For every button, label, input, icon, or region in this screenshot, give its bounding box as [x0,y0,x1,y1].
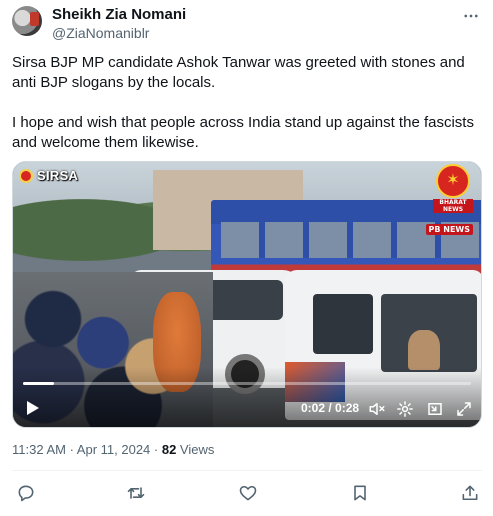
tweet-meta: 11:32 AM · Apr 11, 2024 · 82 Views [12,442,214,457]
news-logo-line2: NEWS [433,206,473,213]
play-icon [27,401,39,415]
retweet-icon [127,487,145,499]
video-time: 0:02 / 0:28 [301,401,360,415]
reply-icon [18,485,34,502]
picture-in-picture-button[interactable] [426,400,444,418]
author-display-name[interactable]: Sheikh Zia Nomani [52,6,186,24]
action-bar [12,482,482,504]
like-icon [239,485,257,501]
author-info: Sheikh Zia Nomani @ZiaNomaniblr [52,6,186,42]
channel-location-overlay: SIRSA [19,168,78,183]
news-logo-line1: BHARAT [433,199,473,206]
more-options-button[interactable] [461,6,481,26]
fullscreen-button[interactable] [455,400,473,418]
tweet-timestamp[interactable]: 11:32 AM · Apr 11, 2024 · [12,442,162,457]
reply-button[interactable] [15,482,37,504]
volume-mute-icon [369,403,385,415]
mute-button[interactable] [368,400,386,418]
gear-icon [397,401,413,417]
tweet-paragraph: I hope and wish that people across India… [12,114,474,151]
video-player[interactable]: SIRSA ✶ BHARAT NEWS PB NEWS 0:02 / 0:28 [12,161,482,428]
news-logo: ✶ BHARAT NEWS [433,164,473,213]
progress-fill [23,382,55,385]
author-handle[interactable]: @ZiaNomaniblr [52,24,186,42]
play-button[interactable] [25,400,41,416]
avatar[interactable] [12,6,42,36]
news-badge: PB NEWS [425,224,473,235]
settings-button[interactable] [396,400,414,418]
share-icon [462,485,478,501]
share-button[interactable] [459,482,481,504]
news-logo-icon: ✶ [436,164,470,198]
fullscreen-icon [457,402,471,416]
bookmark-icon [354,485,366,501]
tweet-text: Sirsa BJP MP candidate Ashok Tanwar was … [12,53,482,173]
like-button[interactable] [237,482,259,504]
divider [12,470,482,471]
channel-logo-icon [19,168,33,183]
more-horizontal-icon [464,14,478,18]
tweet-paragraph: Sirsa BJP MP candidate Ashok Tanwar was … [12,54,465,91]
location-label: SIRSA [37,168,79,183]
progress-bar[interactable] [23,382,471,385]
views-count: 82 [161,442,177,457]
picture-in-picture-icon [428,403,442,415]
controls-overlay [13,367,481,427]
bookmark-button[interactable] [349,482,371,504]
views-label: Views [176,442,215,457]
retweet-button[interactable] [125,482,147,504]
